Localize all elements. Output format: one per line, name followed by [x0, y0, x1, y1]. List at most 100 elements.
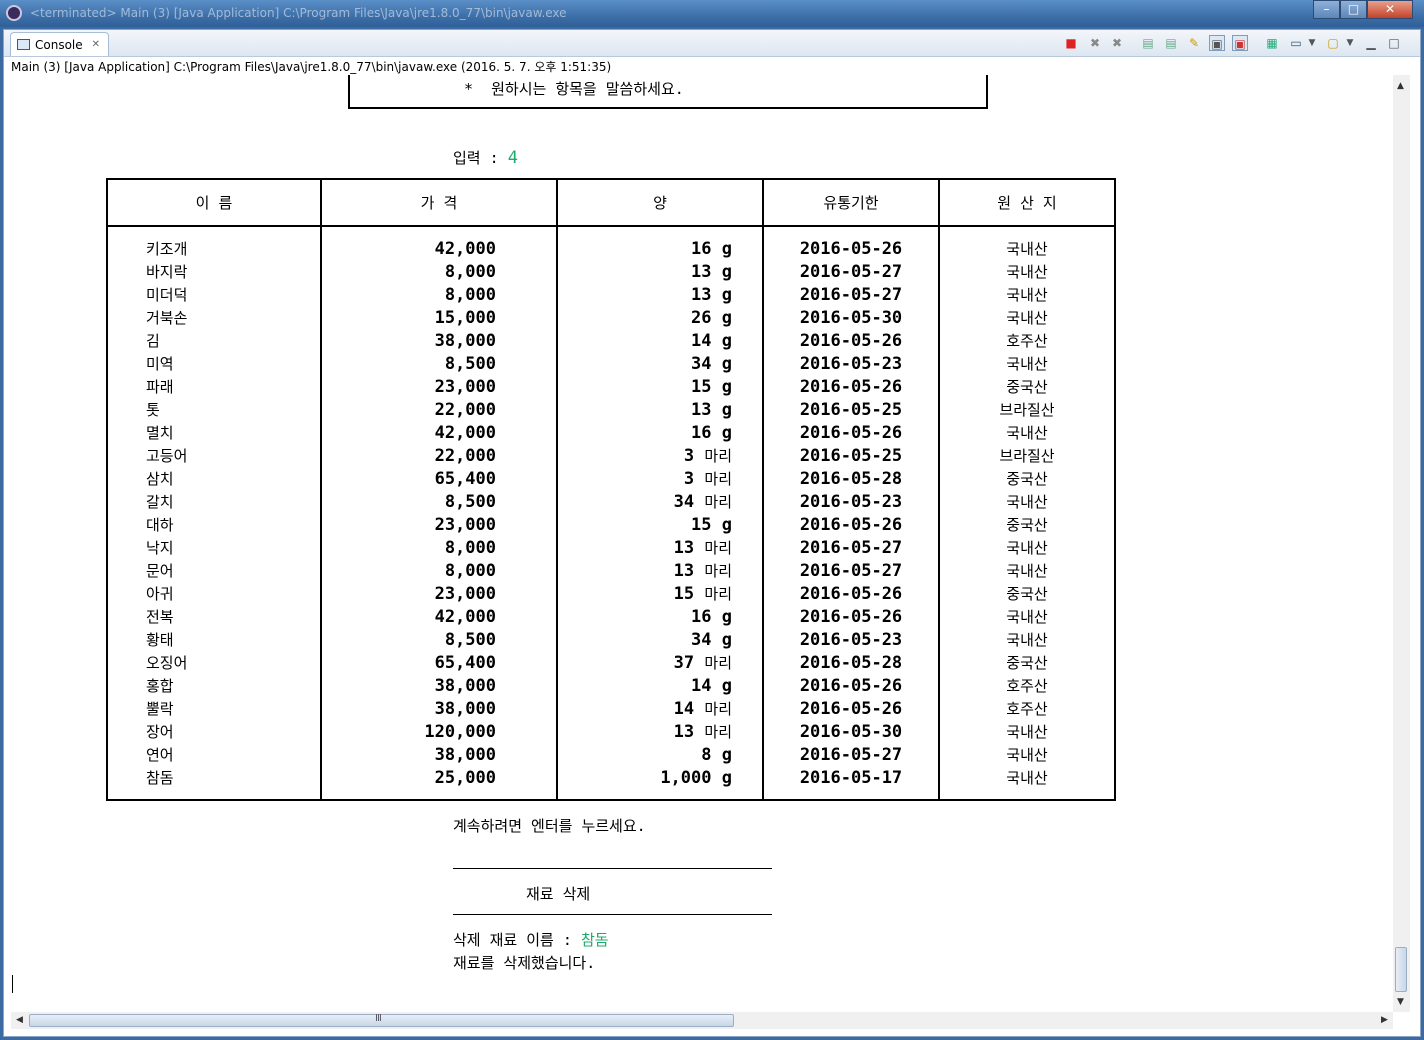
qty-unit: 마리 — [704, 493, 732, 511]
cell-origin: 국내산 — [938, 743, 1116, 766]
scroll-up-icon[interactable]: ▲ — [1397, 81, 1404, 91]
delete-value: 참돔 — [580, 931, 609, 949]
tab-console[interactable]: Console ✕ — [10, 32, 110, 56]
cell-expiry: 2016-05-30 — [762, 306, 940, 329]
close-button[interactable]: ✕ — [1367, 0, 1413, 19]
cell-qty: 13 g — [556, 398, 764, 421]
cell-qty: 15 g — [556, 513, 764, 536]
cell-price: 42,000 — [320, 237, 558, 260]
cell-expiry: 2016-05-23 — [762, 352, 940, 375]
cell-price: 8,000 — [320, 536, 558, 559]
maximize-view-icon[interactable]: □ — [1386, 35, 1402, 51]
cell-name: 뿔락 — [106, 697, 322, 720]
cell-name: 아귀 — [106, 582, 322, 605]
cell-price: 23,000 — [320, 582, 558, 605]
new-console-icon[interactable]: ▢ — [1325, 35, 1341, 51]
window-title-bar[interactable]: <terminated> Main (3) [Java Application]… — [0, 0, 1424, 27]
cell-expiry: 2016-05-26 — [762, 605, 940, 628]
cell-price: 42,000 — [320, 605, 558, 628]
cell-price: 8,000 — [320, 283, 558, 306]
eclipse-app-icon — [6, 5, 22, 21]
qty-unit: g — [721, 606, 732, 627]
cell-origin: 국내산 — [938, 352, 1116, 375]
cell-name: 문어 — [106, 559, 322, 582]
remove-all-icon[interactable]: ✖ — [1109, 35, 1125, 51]
close-tab-icon[interactable]: ✕ — [92, 34, 100, 56]
vertical-scroll-thumb[interactable] — [1395, 947, 1407, 992]
cell-expiry: 2016-05-27 — [762, 743, 940, 766]
cell-qty: 13 g — [556, 283, 764, 306]
minimize-view-icon[interactable]: ▁ — [1363, 35, 1379, 51]
show-on-stderr-icon[interactable]: ▣ — [1232, 35, 1248, 51]
chevron-down-icon[interactable]: ▼ — [1304, 35, 1320, 51]
qty-value: 13 — [691, 399, 712, 420]
cell-origin: 호주산 — [938, 697, 1116, 720]
qty-unit: g — [721, 675, 732, 696]
cell-price: 65,400 — [320, 467, 558, 490]
console-output[interactable]: * 원하시는 항목을 말씀하세요. 입력 : 4 이 름 가 격 양 유통기한 … — [4, 75, 1393, 1012]
qty-unit: 마리 — [704, 470, 732, 488]
cell-origin: 호주산 — [938, 674, 1116, 697]
horizontal-scrollbar[interactable]: ◀ Ⅲ ▶ — [11, 1012, 1393, 1029]
cell-qty: 14 g — [556, 329, 764, 352]
window-title: <terminated> Main (3) [Java Application]… — [30, 6, 567, 20]
cell-name: 황태 — [106, 628, 322, 651]
table-row: 멸치 42,000 16 g 2016-05-26 국내산 — [106, 421, 1116, 444]
scroll-left-icon[interactable]: ◀ — [16, 1015, 23, 1025]
qty-value: 15 — [691, 376, 712, 397]
qty-unit: 마리 — [704, 447, 732, 465]
cell-expiry: 2016-05-26 — [762, 375, 940, 398]
word-wrap-icon[interactable]: ▤ — [1163, 35, 1179, 51]
cell-origin: 중국산 — [938, 513, 1116, 536]
chevron-down-icon[interactable]: ▼ — [1342, 35, 1358, 51]
cell-name: 갈치 — [106, 490, 322, 513]
qty-value: 13 — [691, 284, 712, 305]
qty-value: 14 — [691, 330, 712, 351]
table-row: 장어 120,000 13 마리 2016-05-30 국내산 — [106, 720, 1116, 743]
divider — [453, 868, 772, 869]
qty-unit: g — [721, 330, 732, 351]
cell-qty: 34 마리 — [556, 490, 764, 513]
cell-expiry: 2016-05-27 — [762, 260, 940, 283]
scroll-down-icon[interactable]: ▼ — [1397, 997, 1404, 1007]
cell-origin: 호주산 — [938, 329, 1116, 352]
qty-value: 13 — [673, 722, 695, 742]
view-tab-row: Console ✕ — [4, 30, 1420, 57]
cell-price: 22,000 — [320, 398, 558, 421]
remove-launch-icon[interactable]: ✖ — [1087, 35, 1103, 51]
qty-unit: g — [721, 261, 732, 282]
cell-qty: 1,000 g — [556, 766, 764, 789]
scroll-right-icon[interactable]: ▶ — [1381, 1015, 1388, 1025]
input-value: 4 — [507, 148, 518, 168]
vertical-scrollbar[interactable]: ▲ ▼ — [1393, 75, 1410, 1012]
qty-unit: g — [721, 353, 732, 374]
table-row: 참돔 25,000 1,000 g 2016-05-17 국내산 — [106, 766, 1116, 789]
cell-qty: 13 g — [556, 260, 764, 283]
table-row: 삼치 65,400 3 마리 2016-05-28 중국산 — [106, 467, 1116, 490]
cell-origin: 국내산 — [938, 536, 1116, 559]
cell-price: 38,000 — [320, 674, 558, 697]
terminate-icon[interactable]: ■ — [1063, 35, 1079, 51]
cell-qty: 8 g — [556, 743, 764, 766]
show-on-stdout-icon[interactable]: ▣ — [1209, 35, 1225, 51]
display-console-icon[interactable]: ▭ — [1288, 35, 1304, 51]
qty-value: 34 — [691, 353, 712, 374]
prompt-line: * 원하시는 항목을 말씀하세요. — [464, 80, 684, 98]
cell-name: 미더덕 — [106, 283, 322, 306]
minimize-button[interactable]: – — [1313, 0, 1340, 19]
cell-origin: 국내산 — [938, 306, 1116, 329]
cell-expiry: 2016-05-27 — [762, 559, 940, 582]
table-row: 황태 8,500 34 g 2016-05-23 국내산 — [106, 628, 1116, 651]
cell-price: 8,500 — [320, 628, 558, 651]
horizontal-scroll-thumb[interactable]: Ⅲ — [29, 1013, 734, 1027]
cell-qty: 16 g — [556, 421, 764, 444]
header-price: 가 격 — [320, 178, 558, 227]
qty-unit: g — [721, 238, 732, 259]
qty-value: 15 — [691, 514, 712, 535]
table-row: 고등어 22,000 3 마리 2016-05-25 브라질산 — [106, 444, 1116, 467]
open-console-icon[interactable]: ▦ — [1264, 35, 1280, 51]
scroll-lock-icon[interactable]: ▤ — [1140, 35, 1156, 51]
cell-qty: 26 g — [556, 306, 764, 329]
pin-icon[interactable]: ✎ — [1186, 35, 1202, 51]
maximize-button[interactable]: □ — [1340, 0, 1367, 19]
